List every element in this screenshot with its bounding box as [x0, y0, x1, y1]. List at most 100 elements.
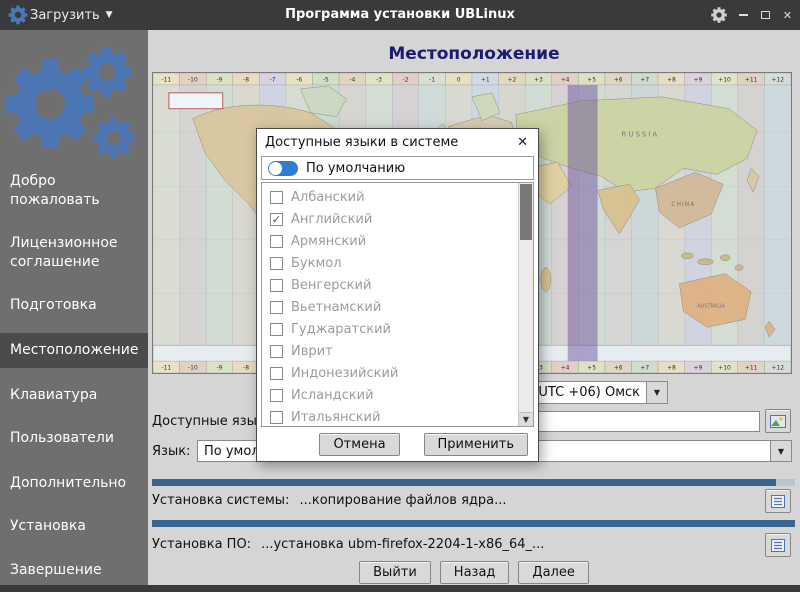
- language-dropdown-button[interactable]: ▼: [770, 441, 791, 461]
- svg-text:+11: +11: [745, 365, 758, 372]
- svg-text:+7: +7: [640, 365, 649, 372]
- system-log-button[interactable]: [765, 489, 791, 513]
- language-checkbox[interactable]: [270, 411, 283, 424]
- language-row[interactable]: Индонезийский: [262, 362, 518, 384]
- language-name: Индонезийский: [291, 366, 398, 381]
- language-checkbox[interactable]: [270, 191, 283, 204]
- language-name: Букмол: [291, 256, 342, 271]
- language-row[interactable]: Гуджаратский: [262, 318, 518, 340]
- language-list-box: Албанский ✓АнглийскийАрмянский Букмол Венге…: [261, 182, 534, 427]
- sidebar-item-8[interactable]: Установка: [0, 517, 148, 536]
- svg-text:-5: -5: [323, 76, 329, 83]
- sidebar-item-1[interactable]: Добро пожаловать: [0, 172, 148, 210]
- svg-text:+12: +12: [771, 76, 784, 83]
- next-button[interactable]: Далее: [518, 561, 588, 584]
- close-icon[interactable]: ✕: [781, 8, 794, 22]
- svg-text:+6: +6: [614, 365, 623, 372]
- svg-text:-1: -1: [429, 76, 435, 83]
- system-status-text: ...копирование файлов ядра...: [299, 493, 506, 508]
- sidebar-item-7[interactable]: Дополнительно: [0, 474, 148, 493]
- svg-text:-4: -4: [349, 76, 355, 83]
- svg-text:+9: +9: [694, 76, 703, 83]
- svg-text:+6: +6: [614, 76, 623, 83]
- cancel-button[interactable]: Отмена: [319, 433, 399, 456]
- settings-gear-icon[interactable]: [710, 6, 728, 24]
- exit-button[interactable]: Выйти: [359, 561, 431, 584]
- system-progress-bar: [152, 479, 795, 486]
- svg-text:AUSTRALIA: AUSTRALIA: [697, 303, 725, 309]
- svg-text:-6: -6: [296, 76, 302, 83]
- language-name: Венгерский: [291, 278, 371, 293]
- maximize-icon[interactable]: [759, 8, 772, 22]
- svg-text:-9: -9: [216, 76, 222, 83]
- dialog-close-icon[interactable]: ✕: [515, 135, 530, 150]
- dialog-titlebar: Доступные языки в системе ✕: [257, 129, 538, 155]
- svg-text:-9: -9: [216, 365, 222, 372]
- chevron-down-icon: ▼: [654, 388, 660, 397]
- language-checkbox[interactable]: [270, 301, 283, 314]
- sidebar-item-3[interactable]: Подготовка: [0, 296, 148, 315]
- minimize-icon[interactable]: [737, 8, 750, 22]
- chevron-down-icon: ▼: [778, 447, 784, 456]
- toggle-knob: [269, 162, 282, 175]
- timezone-dropdown-button[interactable]: ▼: [646, 382, 667, 403]
- sidebar-item-6[interactable]: Пользователи: [0, 429, 148, 448]
- language-list: Албанский ✓АнглийскийАрмянский Букмол Венге…: [262, 183, 518, 426]
- apply-button[interactable]: Применить: [424, 433, 528, 456]
- sidebar-nav: Добро пожаловать Лицензионное соглашение П…: [0, 30, 148, 585]
- default-toggle-row[interactable]: По умолчанию: [261, 156, 534, 180]
- sidebar-item-9[interactable]: Завершение: [0, 561, 148, 580]
- language-row[interactable]: Вьетнамский: [262, 296, 518, 318]
- language-row[interactable]: Венгерский: [262, 274, 518, 296]
- chevron-down-icon: ▼: [523, 415, 529, 424]
- language-row[interactable]: Иврит: [262, 340, 518, 362]
- svg-text:+9: +9: [694, 365, 703, 372]
- language-checkbox[interactable]: [270, 235, 283, 248]
- language-row[interactable]: Букмол: [262, 252, 518, 274]
- software-log-button[interactable]: [765, 533, 791, 557]
- svg-text:+8: +8: [667, 76, 676, 83]
- svg-text:-10: -10: [188, 365, 198, 372]
- language-checkbox[interactable]: ✓: [270, 213, 283, 226]
- language-name: Гуджаратский: [291, 322, 391, 337]
- scrollbar[interactable]: ▼: [518, 183, 533, 426]
- language-row[interactable]: Албанский: [262, 186, 518, 208]
- language-label: Язык:: [152, 444, 190, 459]
- language-name: Иврит: [291, 344, 333, 359]
- dialog-title: Доступные языки в системе: [265, 135, 458, 150]
- svg-text:-8: -8: [243, 76, 249, 83]
- svg-text:+11: +11: [745, 76, 758, 83]
- select-languages-button[interactable]: [765, 409, 791, 433]
- language-name: Вьетнамский: [291, 300, 381, 315]
- language-checkbox[interactable]: [270, 345, 283, 358]
- svg-text:-8: -8: [243, 365, 249, 372]
- language-row[interactable]: Итальянский: [262, 406, 518, 426]
- svg-text:+1: +1: [481, 76, 490, 83]
- software-progress-fill: [152, 520, 795, 527]
- svg-text:+10: +10: [718, 76, 731, 83]
- software-status-row: Установка ПО: ...установка ubm-firefox-2…: [152, 537, 544, 552]
- svg-text:-11: -11: [161, 365, 171, 372]
- language-row[interactable]: ✓Английский: [262, 208, 518, 230]
- scrollbar-thumb[interactable]: [520, 184, 532, 240]
- sidebar-item-5[interactable]: Клавиатура: [0, 386, 148, 405]
- scroll-down-button[interactable]: ▼: [519, 412, 533, 426]
- svg-text:+2: +2: [507, 76, 516, 83]
- svg-text:-2: -2: [403, 76, 409, 83]
- default-toggle[interactable]: [268, 161, 298, 176]
- default-toggle-label: По умолчанию: [306, 161, 405, 176]
- language-row[interactable]: Исландский: [262, 384, 518, 406]
- svg-text:+8: +8: [667, 365, 676, 372]
- back-button[interactable]: Назад: [440, 561, 510, 584]
- svg-text:0: 0: [457, 76, 461, 83]
- language-checkbox[interactable]: [270, 323, 283, 336]
- language-checkbox[interactable]: [270, 367, 283, 380]
- language-name: Албанский: [291, 190, 365, 205]
- sidebar-item-4[interactable]: Местоположение: [0, 333, 148, 368]
- wizard-footer: Выйти Назад Далее: [148, 561, 800, 584]
- language-checkbox[interactable]: [270, 279, 283, 292]
- sidebar-item-2[interactable]: Лицензионное соглашение: [0, 234, 148, 272]
- language-checkbox[interactable]: [270, 389, 283, 402]
- language-checkbox[interactable]: [270, 257, 283, 270]
- language-row[interactable]: Армянский: [262, 230, 518, 252]
